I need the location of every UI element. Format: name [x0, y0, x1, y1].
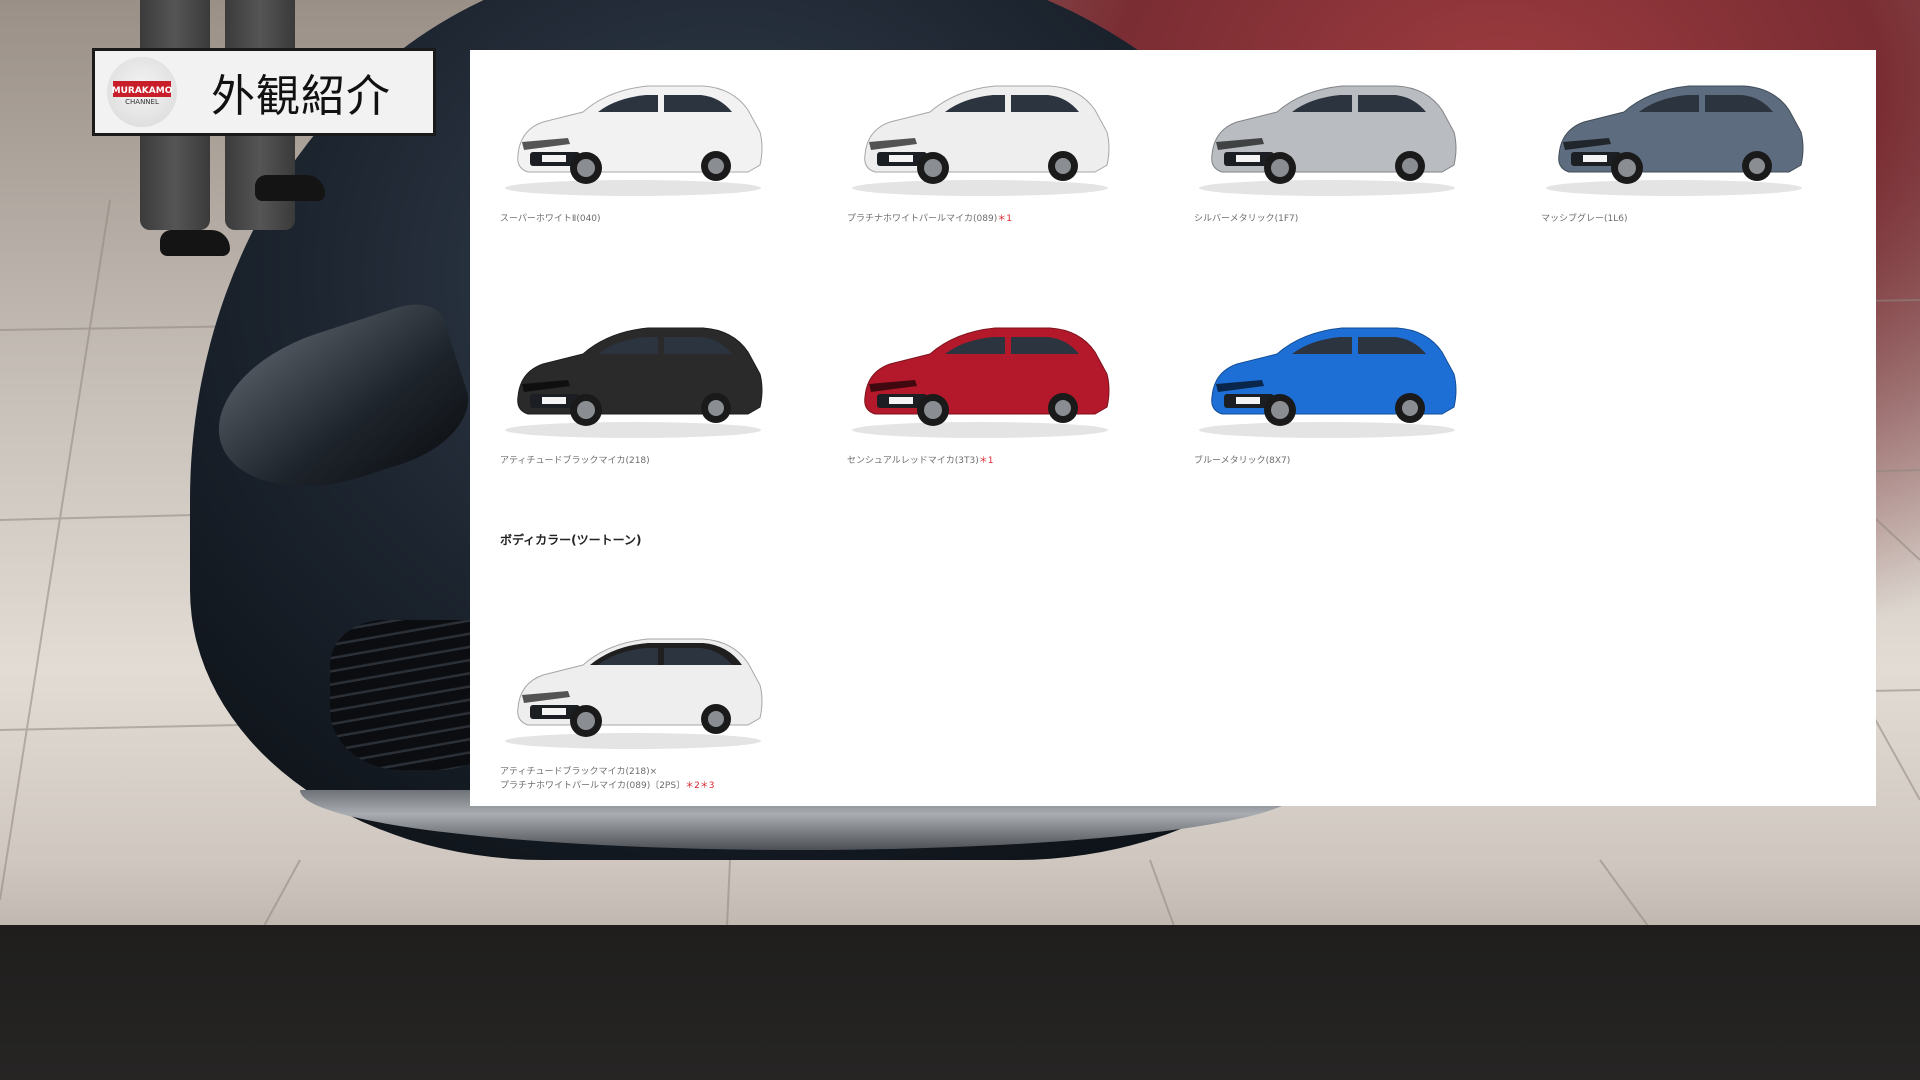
- car-hub-rear: [708, 158, 724, 174]
- channel-logo-text: MURAKAMO: [112, 86, 173, 96]
- color-caption: スーパーホワイトⅡ(040): [500, 212, 790, 226]
- car-hub-rear: [708, 400, 724, 416]
- car-shadow: [505, 180, 761, 196]
- car-hub-rear: [1402, 400, 1418, 416]
- color-card[interactable]: マッシブグレー(1L6): [1511, 60, 1831, 226]
- car-hub-front: [577, 159, 595, 177]
- car-plate: [542, 397, 566, 404]
- color-card[interactable]: プラチナホワイトパールマイカ(089)＊1: [817, 60, 1137, 226]
- color-card[interactable]: ブルーメタリック(8X7): [1164, 302, 1484, 468]
- car-thumbnail: [1199, 85, 1457, 196]
- car-thumbnail: [1546, 85, 1804, 196]
- car-hub-front: [1271, 159, 1289, 177]
- car-plate: [889, 397, 913, 404]
- color-caption: マッシブグレー(1L6): [1541, 212, 1831, 226]
- car-plate: [542, 708, 566, 715]
- channel-logo: MURAKAMO CHANNEL: [107, 57, 177, 127]
- two-tone-heading: ボディカラー(ツートーン): [500, 533, 642, 547]
- color-card[interactable]: シルバーメタリック(1F7): [1164, 60, 1484, 226]
- color-name-line2: プラチナホワイトパールマイカ(089)〔2PS〕: [500, 781, 686, 791]
- car-shadow: [1546, 180, 1802, 196]
- car-thumbnail: [852, 327, 1110, 438]
- color-catalog-panel: スーパーホワイトⅡ(040) プラチナホワイトパールマイカ(089)＊1 シルバ…: [470, 50, 1876, 806]
- color-card[interactable]: スーパーホワイトⅡ(040): [470, 60, 790, 226]
- color-caption: プラチナホワイトパールマイカ(089)＊1: [847, 212, 1137, 226]
- car-hub-rear: [1402, 158, 1418, 174]
- color-name: ブルーメタリック(8X7): [1194, 456, 1291, 466]
- person-shoe-right: [255, 175, 325, 201]
- car-hub-rear: [1749, 158, 1765, 174]
- car-plate: [1583, 155, 1607, 162]
- color-name: スーパーホワイトⅡ(040): [500, 214, 601, 224]
- car-hub-front: [924, 401, 942, 419]
- channel-logo-mark: MURAKAMO CHANNEL: [112, 81, 173, 106]
- car-plate: [1236, 155, 1260, 162]
- car-shadow: [852, 422, 1108, 438]
- car-shadow: [1199, 180, 1455, 196]
- car-hub-rear: [708, 711, 724, 727]
- color-caption: センシュアルレッドマイカ(3T3)＊1: [847, 454, 1137, 468]
- color-name: センシュアルレッドマイカ(3T3): [847, 456, 979, 466]
- footnote-mark: ＊1: [997, 214, 1012, 224]
- color-name-line1: アティチュードブラックマイカ(218)×: [500, 767, 658, 777]
- color-name: プラチナホワイトパールマイカ(089): [847, 214, 998, 224]
- car-thumbnail: [505, 327, 763, 438]
- color-name: マッシブグレー(1L6): [1541, 214, 1628, 224]
- color-caption: ブルーメタリック(8X7): [1194, 454, 1484, 468]
- car-thumbnail: [852, 85, 1110, 196]
- car-hub-front: [577, 401, 595, 419]
- color-card[interactable]: アティチュードブラックマイカ(218): [470, 302, 790, 468]
- car-shadow: [505, 733, 761, 749]
- car-thumbnail: [1199, 327, 1457, 438]
- car-plate: [542, 155, 566, 162]
- car-thumbnail: [505, 85, 763, 196]
- bottom-band: [0, 925, 1920, 1080]
- car-plate: [889, 155, 913, 162]
- car-shadow: [505, 422, 761, 438]
- car-plate: [1236, 397, 1260, 404]
- car-hub-front: [577, 712, 595, 730]
- footnote-mark: ＊1: [978, 456, 994, 466]
- color-caption: アティチュードブラックマイカ(218)× プラチナホワイトパールマイカ(089)…: [500, 765, 790, 793]
- car-hub-rear: [1055, 400, 1071, 416]
- car-hub-front: [1271, 401, 1289, 419]
- color-name: シルバーメタリック(1F7): [1194, 214, 1299, 224]
- car-hub-front: [1618, 159, 1636, 177]
- title-badge: MURAKAMO CHANNEL 外観紹介: [92, 48, 436, 136]
- channel-logo-subtext: CHANNEL: [125, 98, 159, 106]
- two-tone-color-card[interactable]: アティチュードブラックマイカ(218)× プラチナホワイトパールマイカ(089)…: [470, 613, 790, 793]
- color-caption: アティチュードブラックマイカ(218): [500, 454, 790, 468]
- color-name: アティチュードブラックマイカ(218): [500, 456, 650, 466]
- person-shoe-left: [160, 230, 230, 256]
- car-hub-rear: [1055, 158, 1071, 174]
- footnote-mark: ＊2＊3: [685, 781, 715, 791]
- car-thumbnail: [505, 638, 763, 749]
- color-caption: シルバーメタリック(1F7): [1194, 212, 1484, 226]
- car-hub-front: [924, 159, 942, 177]
- car-shadow: [852, 180, 1108, 196]
- car-shadow: [1199, 422, 1455, 438]
- page-title: 外観紹介: [211, 71, 391, 122]
- color-card[interactable]: センシュアルレッドマイカ(3T3)＊1: [817, 302, 1137, 468]
